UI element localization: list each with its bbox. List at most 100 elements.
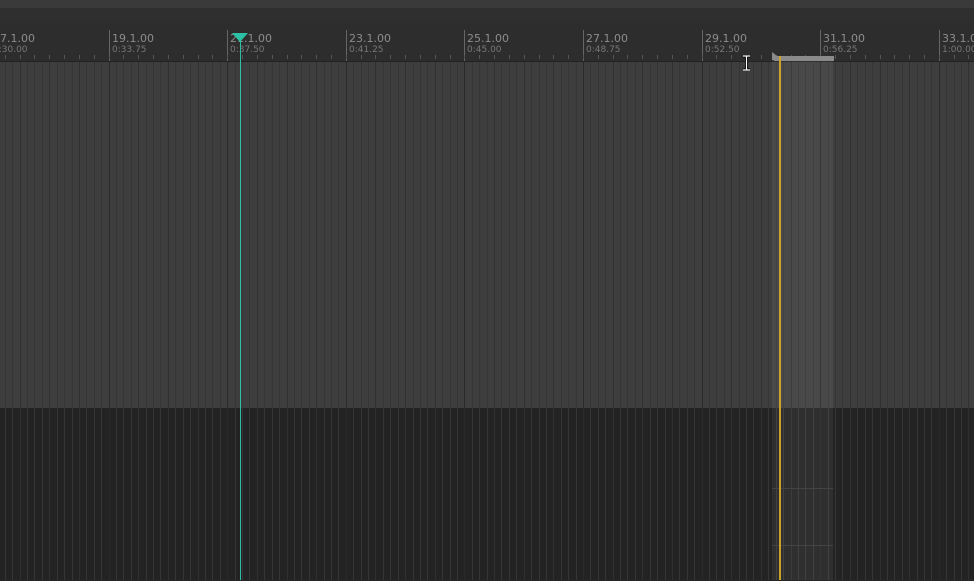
ruler-time-label: 0:56.25 [823, 45, 858, 55]
grid-line [880, 62, 881, 580]
grid-line [338, 62, 339, 580]
ruler-time-label: 0:30.00 [0, 45, 28, 55]
grid-line [160, 62, 161, 580]
grid-line [198, 62, 199, 580]
grid-line [546, 62, 547, 580]
grid-line [346, 62, 347, 580]
grid-line [613, 62, 614, 580]
ruler-bar-label: 23.1.00 [349, 32, 391, 45]
ruler-minor-tick [672, 55, 673, 59]
grid-line [753, 62, 754, 580]
ruler-minor-tick [301, 55, 302, 59]
grid-line [524, 62, 525, 580]
grid-line [324, 62, 325, 580]
grid-line [731, 62, 732, 580]
ruler-minor-tick [405, 55, 406, 59]
grid-line [954, 62, 955, 580]
grid-line [450, 62, 451, 580]
ruler-minor-tick [168, 55, 169, 59]
grid-line [42, 62, 43, 580]
grid-line [917, 62, 918, 580]
loop-brace-bar[interactable] [774, 56, 834, 61]
clip-region-outline [772, 488, 833, 581]
grid-line [331, 62, 332, 580]
grid-line [375, 62, 376, 580]
grid-line [420, 62, 421, 580]
ruler-time-label: 0:48.75 [586, 45, 621, 55]
ruler-minor-tick [880, 55, 881, 59]
ruler-marker: 27.1.00 0:48.75 [586, 32, 628, 56]
ruler-time-label: 0:45.00 [467, 45, 502, 55]
grid-line [212, 62, 213, 580]
grid-line [34, 62, 35, 580]
ruler-marker: 17.1.000:30.00 [0, 32, 35, 56]
ruler-minor-tick [553, 55, 554, 59]
ruler-time-label: 0:37.50 [230, 45, 265, 55]
ruler-minor-tick [894, 55, 895, 59]
clip-region-divider [772, 545, 833, 546]
grid-line [49, 62, 50, 580]
grid-line [635, 62, 636, 580]
ruler-minor-tick [687, 55, 688, 59]
grid-line [568, 62, 569, 580]
grid-line [368, 62, 369, 580]
grid-line [242, 62, 243, 580]
grid-line [531, 62, 532, 580]
ruler-bar-label: 17.1.00 [0, 32, 35, 45]
grid-line [316, 62, 317, 580]
grid-line [657, 62, 658, 580]
ruler-bar-label: 31.1.00 [823, 32, 865, 45]
grid-line [390, 62, 391, 580]
ruler-minor-tick [583, 55, 584, 59]
ruler-minor-tick [924, 55, 925, 59]
grid-line [946, 62, 947, 580]
grid-line [272, 62, 273, 580]
grid-line [5, 62, 6, 580]
grid-line [724, 62, 725, 580]
grid-line [709, 62, 710, 580]
ruler-bar-label: 33.1.00 [942, 32, 974, 45]
ruler-marker: 29.1.00 0:52.50 [705, 32, 747, 56]
grid-line [168, 62, 169, 580]
ruler-time-label: 0:52.50 [705, 45, 740, 55]
grid-line [850, 62, 851, 580]
grid-line [872, 62, 873, 580]
grid-line [109, 62, 110, 580]
ruler-minor-tick [316, 55, 317, 59]
grid-line [183, 62, 184, 580]
grid-line [605, 62, 606, 580]
grid-line [739, 62, 740, 580]
grid-line [716, 62, 717, 580]
grid-line [79, 62, 80, 580]
grid-line [279, 62, 280, 580]
ruler-time-label: 1:00.00 [942, 45, 974, 55]
grid-line [353, 62, 354, 580]
ruler-minor-tick [435, 55, 436, 59]
grid-line [405, 62, 406, 580]
grid-line [694, 62, 695, 580]
grid-line [64, 62, 65, 580]
grid-line [746, 62, 747, 580]
grid-line [702, 62, 703, 580]
playhead-marker-icon[interactable] [232, 33, 248, 42]
ruler-minor-tick [939, 55, 940, 59]
grid-line [309, 62, 310, 580]
ruler-marker: 19.1.00 0:33.75 [112, 32, 154, 56]
ruler-marker: 33.1.001:00.00 [942, 32, 974, 56]
ruler-minor-tick [450, 55, 451, 59]
grid-line [442, 62, 443, 580]
grid-line [494, 62, 495, 580]
ruler-minor-tick [287, 55, 288, 59]
grid-line [894, 62, 895, 580]
insert-cursor-line [779, 56, 781, 580]
grid-line [12, 62, 13, 580]
ruler-minor-tick [420, 55, 421, 59]
ruler-minor-tick [909, 55, 910, 59]
grid-line [583, 62, 584, 580]
ruler-minor-tick [568, 55, 569, 59]
grid-line [909, 62, 910, 580]
grid-line [361, 62, 362, 580]
ruler-bar-label: 25.1.00 [467, 32, 509, 45]
playhead-line[interactable] [240, 33, 241, 580]
grid-line [398, 62, 399, 580]
